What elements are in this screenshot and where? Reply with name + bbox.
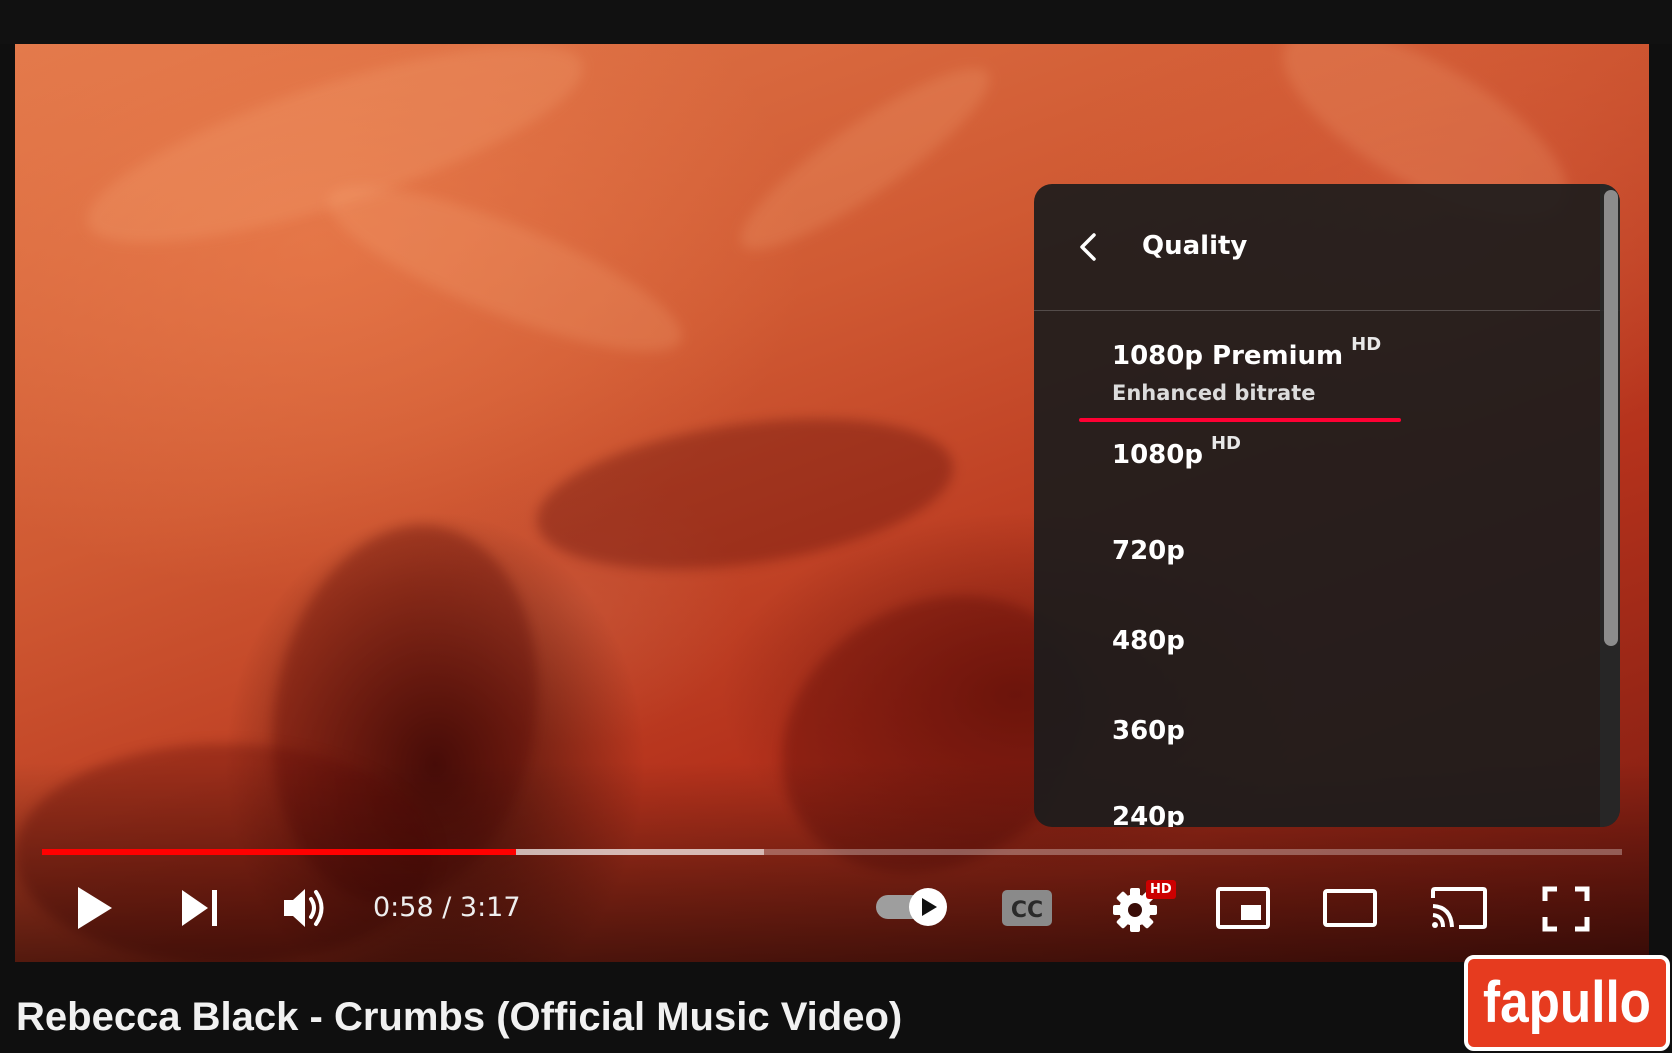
- quality-option-360p[interactable]: 360p: [1034, 688, 1594, 778]
- quality-menu-title: Quality: [1142, 231, 1248, 261]
- autoplay-toggle[interactable]: [874, 887, 950, 931]
- video-title: Rebecca Black - Crumbs (Official Music V…: [16, 995, 903, 1039]
- svg-text:CC: CC: [1011, 898, 1043, 923]
- next-icon: [182, 890, 217, 926]
- quality-option-1080p[interactable]: 1080p HD: [1034, 422, 1594, 508]
- quality-option-label: 240p: [1112, 802, 1185, 827]
- duration: 3:17: [459, 892, 521, 923]
- fullscreen-button[interactable]: [1542, 886, 1590, 936]
- back-arrow-icon[interactable]: [1072, 230, 1106, 264]
- play-button[interactable]: [74, 884, 114, 936]
- top-bar: [0, 0, 1672, 44]
- autoplay-toggle-icon: [876, 888, 947, 926]
- progress-bar[interactable]: [42, 849, 1622, 855]
- quality-option-1080p-premium[interactable]: 1080p Premium HD Enhanced bitrate: [1034, 311, 1594, 421]
- miniplayer-button[interactable]: [1215, 886, 1271, 934]
- quality-option-label: 360p: [1112, 716, 1185, 746]
- captions-icon: CC: [1002, 890, 1052, 926]
- quality-option-label: 480p: [1112, 626, 1185, 656]
- cast-icon: [1431, 887, 1487, 929]
- quality-option-720p[interactable]: 720p: [1034, 508, 1594, 598]
- quality-menu-scrollbar[interactable]: [1600, 184, 1620, 827]
- quality-option-label: 1080p: [1112, 440, 1203, 470]
- captions-button[interactable]: CC: [1001, 888, 1053, 932]
- settings-button[interactable]: HD: [1108, 880, 1176, 940]
- hd-badge: HD: [1351, 334, 1382, 355]
- quality-menu: Quality 1080p Premium HD Enhanced bitrate…: [1034, 184, 1620, 827]
- hd-badge: HD: [1146, 880, 1176, 899]
- quality-option-label: 720p: [1112, 536, 1185, 566]
- fullscreen-icon: [1542, 886, 1590, 932]
- watermark-logo: fapullo: [1464, 955, 1670, 1051]
- quality-menu-header: Quality: [1034, 184, 1620, 311]
- quality-option-240p[interactable]: 240p: [1034, 778, 1594, 827]
- scrollbar-thumb[interactable]: [1604, 190, 1618, 646]
- volume-icon: [284, 889, 324, 927]
- progress-played: [42, 849, 516, 855]
- theater-mode-button[interactable]: [1322, 888, 1378, 932]
- time-separator: /: [433, 892, 460, 923]
- quality-option-sublabel: Enhanced bitrate: [1112, 381, 1316, 405]
- theater-mode-icon: [1323, 889, 1377, 927]
- miniplayer-icon: [1216, 887, 1270, 929]
- current-time: 0:58: [373, 892, 434, 923]
- quality-option-480p[interactable]: 480p: [1034, 598, 1594, 688]
- hd-badge: HD: [1210, 433, 1241, 454]
- time-display: 0:58 / 3:17: [373, 892, 521, 923]
- cast-button[interactable]: [1429, 886, 1489, 934]
- play-icon: [78, 887, 112, 929]
- volume-button[interactable]: [282, 885, 330, 935]
- next-button[interactable]: [180, 888, 220, 932]
- svg-text:fapullo: fapullo: [1483, 970, 1651, 1035]
- quality-option-label: 1080p Premium: [1112, 341, 1344, 371]
